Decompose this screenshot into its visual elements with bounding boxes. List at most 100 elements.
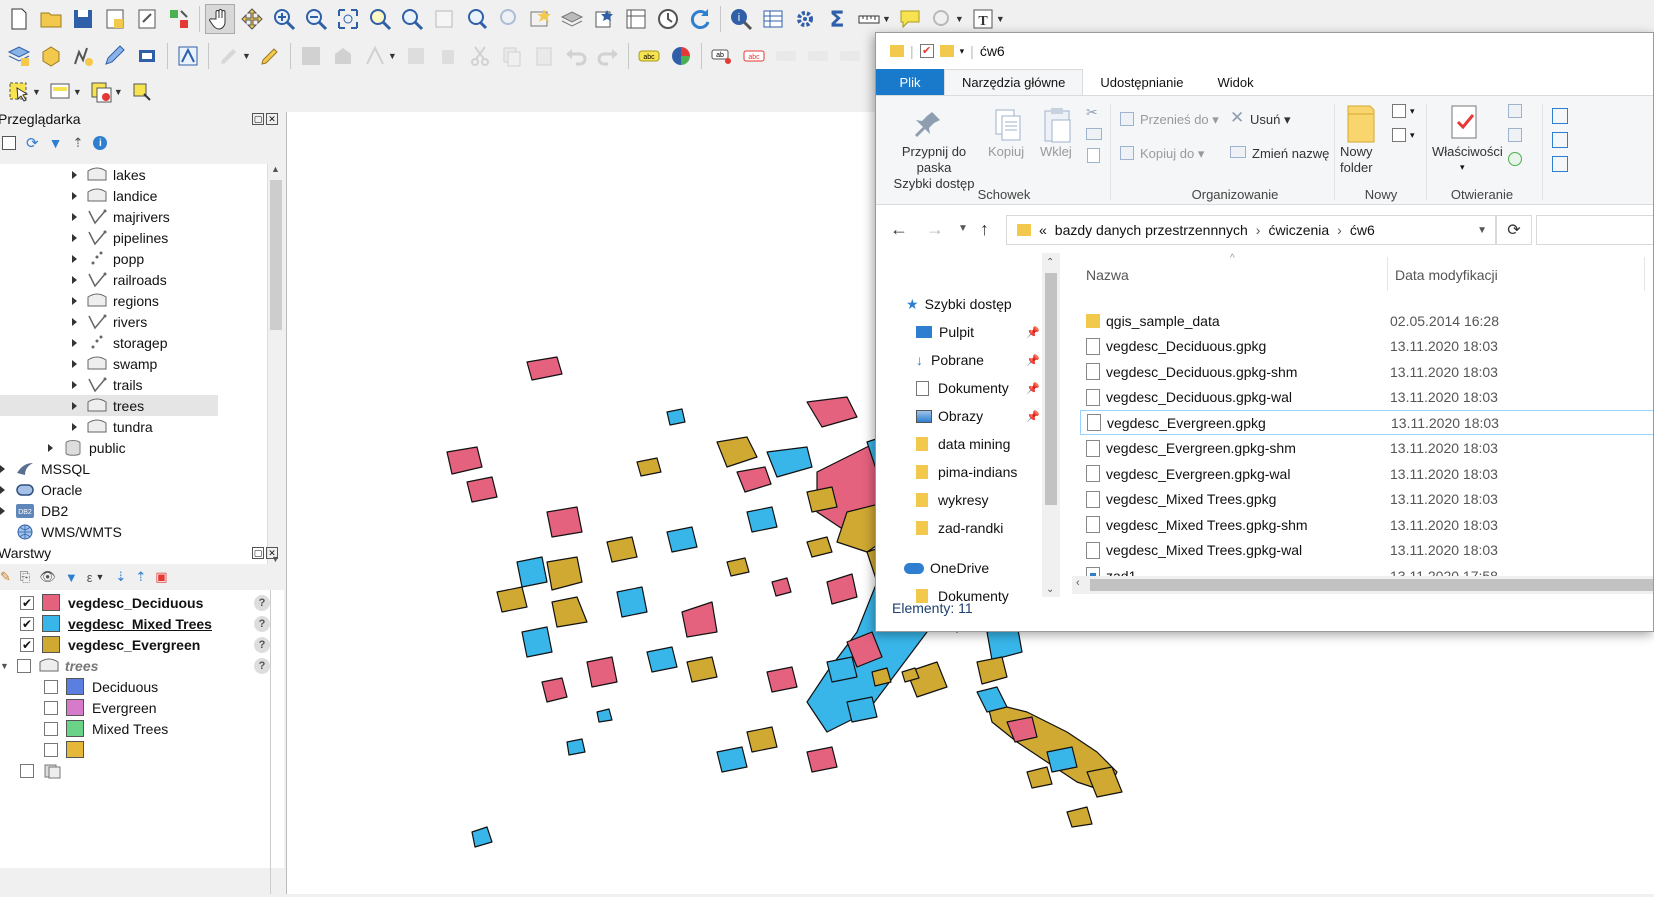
- file-row[interactable]: vegdesc_Mixed Trees.gpkg 13.11.2020 18:03: [1080, 487, 1653, 512]
- clock-icon[interactable]: [653, 4, 683, 34]
- copy-path-icon[interactable]: [1086, 128, 1102, 140]
- zoom-to-layer-icon[interactable]: [397, 4, 427, 34]
- highlight-labels-icon[interactable]: abc: [739, 41, 769, 71]
- file-list-scrollbar[interactable]: ‹: [1072, 576, 1653, 594]
- style-manager-icon[interactable]: [164, 4, 194, 34]
- copy-icon[interactable]: [992, 108, 1024, 147]
- browser-item-swamp[interactable]: swamp: [72, 353, 157, 374]
- add-selected-layers-icon[interactable]: [2, 136, 16, 150]
- new-map-view-icon[interactable]: [621, 4, 651, 34]
- move-to-button[interactable]: Przenieś do ▾: [1140, 112, 1219, 128]
- search-input[interactable]: [1536, 215, 1653, 245]
- nav-item-onedrive[interactable]: OneDrive: [904, 555, 989, 581]
- nav-item-data-mining[interactable]: data mining: [916, 431, 1010, 457]
- open-icon[interactable]: [1508, 104, 1522, 118]
- diagram-options-icon[interactable]: [666, 41, 696, 71]
- scroll-left-icon[interactable]: ‹: [1076, 577, 1080, 589]
- browser-item-popp[interactable]: popp: [72, 248, 144, 269]
- zoom-last-icon[interactable]: [461, 4, 491, 34]
- browser-item-rivers[interactable]: rivers: [72, 311, 147, 332]
- category-evergreen[interactable]: Evergreen: [44, 697, 157, 718]
- file-list-scrollbar-thumb[interactable]: [1090, 579, 1653, 591]
- file-row[interactable]: qgis_sample_data 02.05.2014 16:28: [1080, 308, 1653, 333]
- browser-item-storagep[interactable]: storagep: [72, 332, 167, 353]
- toggle-editing-icon[interactable]: [255, 41, 285, 71]
- new-folder-button[interactable]: Nowy folder: [1340, 144, 1373, 176]
- browser-item-wms-wmts[interactable]: WMS/WMTS: [15, 521, 122, 542]
- collapse-arrow-icon[interactable]: ▼: [0, 661, 9, 671]
- file-row[interactable]: vegdesc_Deciduous.gpkg-wal 13.11.2020 18:…: [1080, 385, 1653, 410]
- copy-to-icon[interactable]: [1120, 146, 1134, 160]
- category-checkbox[interactable]: [44, 721, 58, 736]
- new-bookmark-icon[interactable]: [525, 4, 555, 34]
- zoom-in-icon[interactable]: [269, 4, 299, 34]
- new-geopackage-icon[interactable]: [36, 41, 66, 71]
- identify-features-icon[interactable]: i: [726, 4, 756, 34]
- cut-icon[interactable]: ✂: [1086, 104, 1098, 121]
- virtual-layer-icon[interactable]: [132, 41, 162, 71]
- properties-info-icon[interactable]: i: [93, 136, 108, 150]
- address-bar[interactable]: « bazdy danych przestrzennnych › ćwiczen…: [1006, 215, 1496, 245]
- add-feature-icon[interactable]: [328, 41, 358, 71]
- file-row[interactable]: vegdesc_Deciduous.gpkg 13.11.2020 18:03: [1080, 334, 1653, 359]
- pin-to-quick-access-button[interactable]: Przypnij do paska Szybki dostęp: [884, 144, 984, 192]
- nav-item-pictures[interactable]: Obrazy 📌: [916, 403, 1056, 429]
- back-arrow-icon[interactable]: ←: [890, 219, 908, 240]
- georeferencer-icon[interactable]: [173, 41, 203, 71]
- zoom-to-selection-icon[interactable]: [365, 4, 395, 34]
- text-annotation-icon[interactable]: T: [968, 4, 998, 34]
- new-item-dropdown-icon[interactable]: ▾: [1410, 106, 1415, 117]
- delete-button[interactable]: Usuń ▾: [1250, 112, 1291, 128]
- cut-features-icon[interactable]: [465, 41, 495, 71]
- paste-button[interactable]: Wklej: [1040, 144, 1072, 159]
- breadcrumb-segment[interactable]: ćw6: [1350, 222, 1375, 238]
- browser-item-railroads[interactable]: railroads: [72, 269, 167, 290]
- rename-button[interactable]: Zmień nazwę: [1252, 146, 1329, 161]
- properties-checkbox-icon[interactable]: ✔: [919, 44, 934, 58]
- pan-to-selection-icon[interactable]: [237, 4, 267, 34]
- browser-item-regions[interactable]: regions: [72, 290, 159, 311]
- pan-hand-icon[interactable]: [205, 4, 235, 34]
- digitize-icon[interactable]: [100, 41, 130, 71]
- change-label-icon[interactable]: [835, 41, 865, 71]
- breadcrumb-segment[interactable]: ćwiczenia: [1268, 222, 1329, 238]
- delete-selected-icon[interactable]: [433, 41, 463, 71]
- expand-all-icon[interactable]: ⇣: [115, 569, 126, 585]
- add-group-icon[interactable]: ⎘: [20, 569, 30, 585]
- browser-item-oracle[interactable]: Oracle: [0, 479, 82, 500]
- browser-item-trees[interactable]: trees: [0, 395, 218, 416]
- delete-x-icon[interactable]: ✕: [1230, 108, 1244, 128]
- zoom-next-icon[interactable]: [493, 4, 523, 34]
- up-arrow-icon[interactable]: ↑: [980, 219, 989, 240]
- select-location-icon[interactable]: [127, 77, 157, 107]
- paste-features-icon[interactable]: [529, 41, 559, 71]
- breadcrumb-segment[interactable]: bazdy danych przestrzennnych: [1055, 222, 1248, 238]
- tab-view[interactable]: Widok: [1200, 69, 1270, 95]
- remove-layer-icon[interactable]: ▣: [155, 569, 167, 585]
- collapse-all-layers-icon[interactable]: ⇡: [135, 569, 146, 585]
- show-bookmarks-icon[interactable]: [557, 4, 587, 34]
- zoom-out-icon[interactable]: [301, 4, 331, 34]
- layer-visibility-checkbox[interactable]: [20, 763, 34, 778]
- style-layer-icon[interactable]: ✎: [0, 569, 11, 585]
- new-print-layout-icon[interactable]: [100, 4, 130, 34]
- attribute-table-icon[interactable]: [758, 4, 788, 34]
- file-row[interactable]: vegdesc_Evergreen.gpkg-shm 13.11.2020 18:…: [1080, 436, 1653, 461]
- column-header-date[interactable]: Data modyfikacji: [1395, 267, 1498, 283]
- recent-locations-chevron-icon[interactable]: ▼: [958, 223, 968, 234]
- filter-legend-icon[interactable]: ▼: [65, 570, 78, 585]
- nav-item-wykresy[interactable]: wykresy: [916, 487, 989, 513]
- move-label-icon[interactable]: [771, 41, 801, 71]
- pin-icon[interactable]: [912, 108, 944, 143]
- undo-icon[interactable]: [561, 41, 591, 71]
- pin-labels-icon[interactable]: ab: [707, 41, 737, 71]
- processing-toolbox-icon[interactable]: [790, 4, 820, 34]
- select-features-icon[interactable]: [4, 77, 34, 107]
- float-panel-icon[interactable]: ▢: [252, 113, 264, 125]
- zoom-native-icon[interactable]: [429, 4, 459, 34]
- nav-item-pima-indians[interactable]: pima-indians: [916, 459, 1017, 485]
- customize-quick-access-icon[interactable]: ▾: [960, 46, 965, 57]
- navigation-scrollbar[interactable]: ⌃ ⌄: [1042, 253, 1060, 597]
- move-to-icon[interactable]: [1120, 112, 1134, 126]
- locator-search-icon[interactable]: [927, 4, 957, 34]
